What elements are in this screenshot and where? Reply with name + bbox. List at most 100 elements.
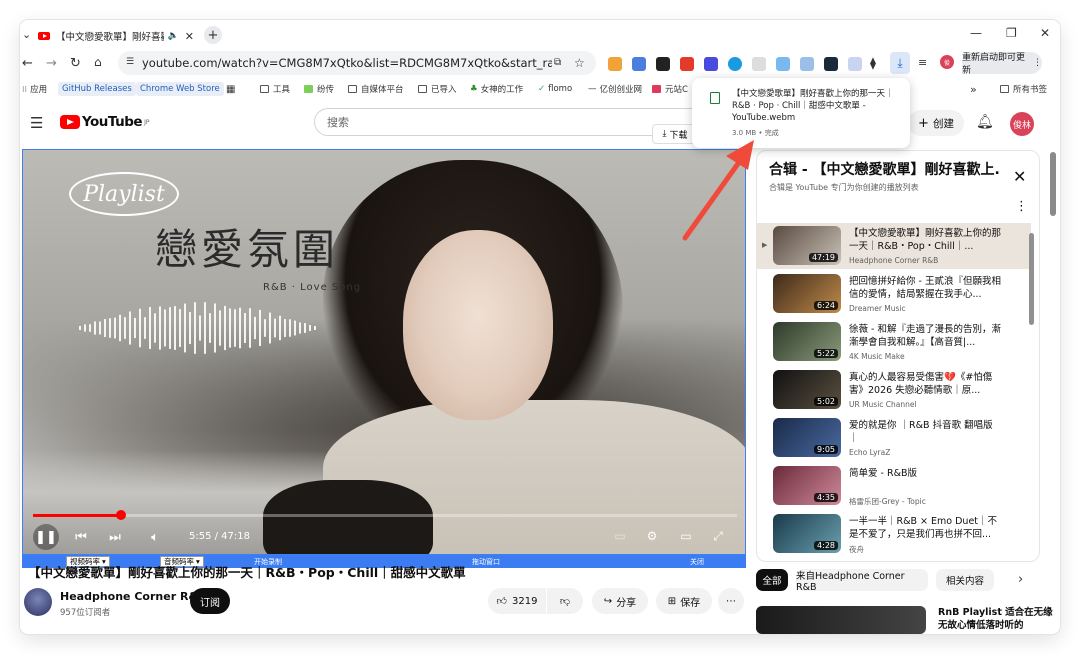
settings-gear-icon[interactable]: ⚙: [643, 528, 661, 544]
wave-bar: [114, 317, 116, 339]
bookmark-webstore[interactable]: Chrome Web Store: [136, 82, 224, 96]
share-button[interactable]: ↪ 分享: [592, 588, 648, 614]
channel-avatar[interactable]: [24, 588, 52, 616]
playlist-thumbnail[interactable]: 47:19: [773, 226, 841, 265]
avatar[interactable]: 俊林: [1010, 112, 1034, 136]
bookmark-fenchuan[interactable]: 纷传: [304, 82, 334, 96]
pause-button[interactable]: ❚❚: [33, 524, 59, 550]
playlist-item[interactable]: 6:24 把回憶拼好給你 - 王貳浪『但願我相信的愛情，結局緊握在我手心... Dr…: [757, 271, 1031, 317]
extensions-puzzle-icon[interactable]: ⧫: [870, 56, 876, 70]
bookmark-folder-imported[interactable]: 已导入: [418, 82, 457, 96]
youtube-logo[interactable]: YouTube JP: [60, 114, 149, 130]
channel-name[interactable]: Headphone Corner R&B: [60, 590, 206, 603]
playlist-thumbnail[interactable]: 5:02: [773, 370, 841, 409]
tab-close-icon[interactable]: ✕: [185, 30, 194, 43]
fullscreen-icon[interactable]: ⤢: [709, 528, 727, 544]
playlist-item[interactable]: 5:22 徐薇 - 和解『走過了漫長的告別，漸漸學會自我和解。』【高音質|... 4…: [757, 319, 1031, 365]
bookmark-folder-media[interactable]: 自媒体平台: [348, 82, 404, 96]
playlist-thumbnail[interactable]: 4:35: [773, 466, 841, 505]
wave-bar: [79, 326, 81, 330]
extension-doc-icon[interactable]: [752, 57, 766, 71]
notification-bell-icon[interactable]: 🔔︎: [976, 114, 994, 130]
bookmark-apps[interactable]: ⁝⁝ 应用: [22, 82, 47, 96]
extension-v-icon[interactable]: [848, 57, 862, 71]
new-tab-icon[interactable]: +: [204, 26, 222, 44]
extension-red-icon[interactable]: [680, 57, 694, 71]
restart-update-button[interactable]: 重新启动即可更新 ⋮: [962, 52, 1042, 76]
extension-link-icon[interactable]: [776, 57, 790, 71]
playlist-item[interactable]: 5:02 真心的人最容易受傷害💔《#怕傷害》2026 失戀必聽情歌｜原... UR …: [757, 367, 1031, 413]
like-button[interactable]: 👍︎ 3219: [488, 588, 546, 614]
home-icon[interactable]: ⌂: [94, 55, 102, 69]
extension-blue-icon[interactable]: [728, 57, 742, 71]
menu-icon[interactable]: ☰: [30, 114, 43, 132]
speaker-icon[interactable]: 🔈: [168, 31, 179, 41]
bookmark-yuanzhan[interactable]: 元站C: [652, 82, 688, 96]
next-button[interactable]: ⏭︎: [105, 524, 125, 550]
playlist-scrollbar[interactable]: [1029, 233, 1034, 325]
dislike-button[interactable]: 👎︎: [547, 588, 583, 614]
bookmark-all[interactable]: 所有书签: [1000, 82, 1047, 96]
reload-icon[interactable]: ↻: [70, 56, 81, 71]
media-control-icon[interactable]: ≡: [918, 56, 927, 69]
download-bubble[interactable]: 【中文戀愛歌單】剛好喜歡上你的那一天｜R&B · Pop · Chill｜甜感中…: [692, 78, 910, 148]
forward-icon[interactable]: →: [46, 56, 57, 71]
extension-black-icon[interactable]: [824, 57, 838, 71]
tab-youtube[interactable]: 【中文戀愛歌單】剛好喜歡 🔈 ✕: [38, 24, 194, 48]
bookmark-grid[interactable]: ▦: [226, 82, 235, 96]
bookmark-folder-tools[interactable]: 工具: [260, 82, 290, 96]
chip-from-channel[interactable]: 来自Headphone Corner R&B: [796, 569, 928, 593]
bookmark-goddess[interactable]: ♣ 女神的工作: [470, 82, 523, 96]
install-icon[interactable]: ⧉: [554, 57, 561, 68]
playlist-thumbnail[interactable]: 4:28: [773, 514, 841, 553]
playlist-thumbnail[interactable]: 9:05: [773, 418, 841, 457]
address-bar[interactable]: ☰ youtube.com/watch?v=CMG8M7xQtko&list=R…: [118, 51, 596, 75]
theater-mode-icon[interactable]: ▭: [677, 528, 695, 544]
playlist-item[interactable]: 4:35 简单爱 - R&B版 格雷乐团-Grey - Topic: [757, 463, 1031, 509]
playlist-item[interactable]: ▶ 47:19 【中文戀愛歌單】剛好喜歡上你的那一天｜R&B・Pop・Chill｜.…: [757, 223, 1031, 269]
subtitles-icon[interactable]: ▭: [611, 528, 629, 544]
playlist-item[interactable]: 4:28 一半一半｜R&B × Emo Duet｜不是不爱了，只是我们再也拼不回.…: [757, 511, 1031, 557]
grid-icon: ▦: [226, 83, 236, 95]
extension-feather-icon[interactable]: [800, 57, 814, 71]
subscribe-button[interactable]: 订阅: [190, 588, 230, 614]
playlist-item[interactable]: 9:05 爱的就是你 ｜R&B 抖音歌 翻唱版 ｜ Echo LyraZ: [757, 415, 1031, 461]
progress-knob[interactable]: [116, 510, 126, 520]
previous-button[interactable]: ⏮︎: [71, 524, 91, 550]
window-close-icon[interactable]: ✕: [1040, 26, 1050, 40]
bookmark-star-icon[interactable]: ☆: [574, 56, 585, 70]
search-input[interactable]: 搜索: [314, 108, 694, 136]
extension-off-icon[interactable]: [608, 57, 622, 71]
extension-translate-icon[interactable]: [632, 57, 646, 71]
extension-dark-icon[interactable]: [656, 57, 670, 71]
create-button[interactable]: + 创建: [908, 110, 964, 136]
volume-button[interactable]: 🔈︎: [145, 524, 165, 550]
minimize-icon[interactable]: —: [970, 26, 982, 40]
playlist-close-icon[interactable]: ✕: [1013, 167, 1026, 186]
back-icon[interactable]: ←: [22, 56, 33, 71]
restore-icon[interactable]: ❐: [1006, 26, 1017, 40]
playlist-thumbnail[interactable]: 5:22: [773, 322, 841, 361]
recommended-thumbnail[interactable]: [756, 606, 926, 634]
save-button[interactable]: ⊞ 保存: [656, 588, 712, 614]
bookmark-github[interactable]: GitHub Releases: [58, 82, 136, 96]
more-vert-icon[interactable]: ⋮: [1033, 58, 1042, 68]
recommended-video[interactable]: RnB Playlist 适合在无缘无故心情低落时听的: [756, 606, 1056, 634]
bookmark-more[interactable]: »: [970, 82, 977, 96]
playlist-more-icon[interactable]: ⋮: [1015, 199, 1028, 214]
video-progress-bar[interactable]: [33, 510, 737, 520]
video-player[interactable]: Playlist 戀愛氛圍 R&B · Love Song ❚❚ ⏮︎ ⏭︎ 🔈…: [22, 149, 746, 555]
profile-icon[interactable]: 俊: [940, 55, 954, 69]
more-actions-button[interactable]: ⋯: [718, 588, 744, 614]
bookmark-yichuang[interactable]: — 亿创创业网: [588, 82, 642, 96]
playlist-thumbnail[interactable]: 6:24: [773, 274, 841, 313]
chip-all[interactable]: 全部: [756, 569, 788, 591]
chips-next-icon[interactable]: ›: [1018, 572, 1023, 587]
bookmark-flomo[interactable]: ✓ flomo: [538, 82, 572, 96]
site-info-icon[interactable]: ☰: [126, 57, 134, 67]
extension-purple-icon[interactable]: [704, 57, 718, 71]
chip-related[interactable]: 相关内容: [936, 569, 994, 591]
page-scrollbar[interactable]: [1050, 152, 1056, 216]
download-icon[interactable]: ⤓: [890, 52, 910, 74]
tab-search-icon[interactable]: ⌄: [22, 28, 31, 41]
